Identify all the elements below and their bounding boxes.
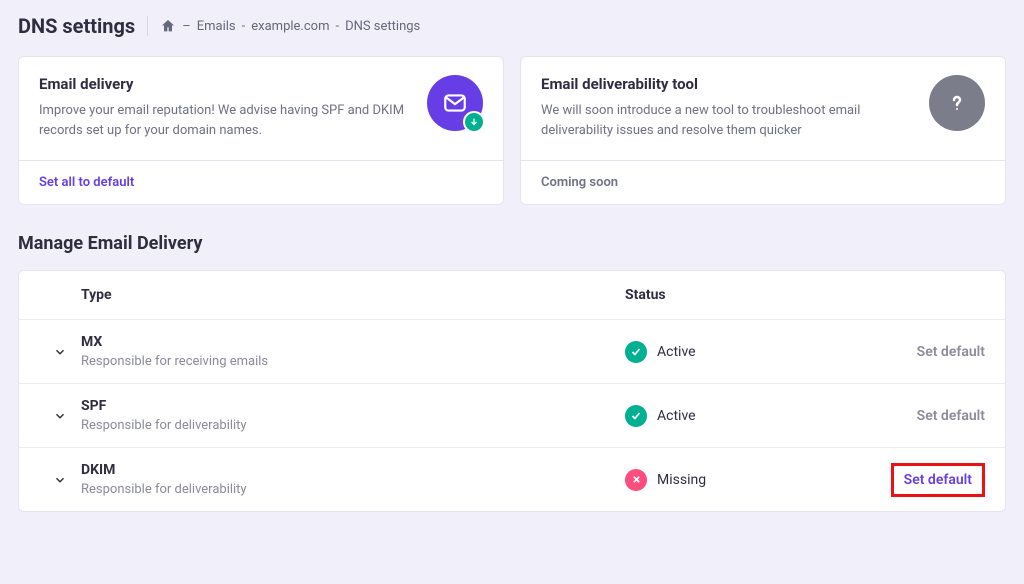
col-type: Type <box>81 287 625 303</box>
download-badge-icon <box>463 111 485 133</box>
action-cell: Set default <box>825 344 985 360</box>
table-row: MX Responsible for receiving emails Active… <box>19 319 1005 383</box>
question-icon <box>929 75 985 131</box>
breadcrumb-sep: - <box>335 19 339 34</box>
row-info: DKIM Responsible for deliverability <box>81 462 625 497</box>
action-cell: Set default <box>825 463 985 497</box>
section-title: Manage Email Delivery <box>18 233 1006 254</box>
set-default-button[interactable]: Set default <box>917 408 985 424</box>
action-cell: Set default <box>825 408 985 424</box>
check-icon <box>625 405 647 427</box>
card-desc: We will soon introduce a new tool to tro… <box>541 101 913 140</box>
row-sublabel: Responsible for deliverability <box>81 418 625 433</box>
expand-toggle[interactable] <box>39 345 81 359</box>
row-info: SPF Responsible for deliverability <box>81 398 625 433</box>
status-cell: Active <box>625 341 825 363</box>
cards-row: Email delivery Improve your email reputa… <box>18 56 1006 205</box>
highlight-box: Set default <box>891 463 985 497</box>
breadcrumb-domain[interactable]: example.com <box>251 19 329 34</box>
row-sublabel: Responsible for deliverability <box>81 482 625 497</box>
breadcrumb-sep: – <box>182 19 191 34</box>
status-cell: Active <box>625 405 825 427</box>
card-title: Email deliverability tool <box>541 75 913 93</box>
set-default-button[interactable]: Set default <box>917 344 985 360</box>
status-text: Missing <box>657 472 706 488</box>
email-delivery-table: Type Status MX Responsible for receiving … <box>18 270 1006 512</box>
email-delivery-icon <box>427 75 483 131</box>
card-desc: Improve your email reputation! We advise… <box>39 101 411 140</box>
page-title: DNS settings <box>18 14 135 38</box>
deliverability-tool-icon <box>929 75 985 131</box>
expand-toggle[interactable] <box>39 473 81 487</box>
status-text: Active <box>657 344 696 360</box>
table-row: DKIM Responsible for deliverability Missin… <box>19 447 1005 511</box>
row-label: DKIM <box>81 462 625 478</box>
coming-soon-label: Coming soon <box>541 175 618 190</box>
check-icon <box>625 341 647 363</box>
col-status: Status <box>625 287 825 303</box>
home-icon[interactable] <box>160 18 176 34</box>
breadcrumb-sep: - <box>242 19 246 34</box>
chevron-down-icon <box>53 409 67 423</box>
set-all-default-link[interactable]: Set all to default <box>39 175 134 190</box>
table-header: Type Status <box>19 271 1005 319</box>
expand-toggle[interactable] <box>39 409 81 423</box>
x-icon <box>625 469 647 491</box>
breadcrumb-emails[interactable]: Emails <box>197 19 236 34</box>
breadcrumb-current: DNS settings <box>345 19 420 34</box>
divider <box>147 16 148 36</box>
chevron-down-icon <box>53 345 67 359</box>
chevron-down-icon <box>53 473 67 487</box>
set-default-button[interactable]: Set default <box>904 472 972 488</box>
row-info: MX Responsible for receiving emails <box>81 334 625 369</box>
deliverability-tool-card: Email deliverability tool We will soon i… <box>520 56 1006 205</box>
breadcrumb: – Emails - example.com - DNS settings <box>160 18 420 34</box>
status-text: Active <box>657 408 696 424</box>
row-sublabel: Responsible for receiving emails <box>81 354 625 369</box>
table-row: SPF Responsible for deliverability Active S… <box>19 383 1005 447</box>
row-label: SPF <box>81 398 625 414</box>
email-delivery-card: Email delivery Improve your email reputa… <box>18 56 504 205</box>
status-cell: Missing <box>625 469 825 491</box>
row-label: MX <box>81 334 625 350</box>
page-header: DNS settings – Emails - example.com - DN… <box>18 14 1006 38</box>
card-title: Email delivery <box>39 75 411 93</box>
